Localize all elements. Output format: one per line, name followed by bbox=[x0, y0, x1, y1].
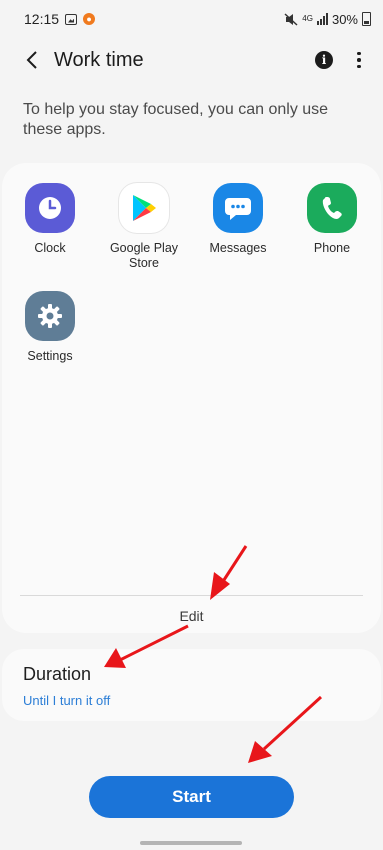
duration-title: Duration bbox=[23, 664, 92, 684]
home-indicator bbox=[140, 841, 242, 845]
battery-icon bbox=[362, 12, 371, 26]
intro-text: To help you stay focused, you can only u… bbox=[23, 101, 329, 138]
status-bar: 12:15 ● 4G 30% bbox=[0, 0, 383, 38]
gear-icon bbox=[25, 291, 75, 341]
signal-icon bbox=[316, 13, 328, 25]
app-label: Messages bbox=[209, 241, 267, 255]
duration-setting[interactable]: Duration Until I turn it off bbox=[2, 649, 381, 721]
mute-icon bbox=[284, 12, 298, 26]
play-store-icon bbox=[119, 183, 169, 233]
status-left: 12:15 ● bbox=[24, 11, 96, 27]
clock-icon bbox=[25, 183, 75, 233]
app-label: Google Play Store bbox=[109, 241, 179, 270]
app-notification-icon: ● bbox=[83, 13, 96, 25]
divider bbox=[20, 595, 363, 596]
gallery-notification-icon bbox=[65, 13, 78, 25]
app-messages[interactable]: Messages bbox=[192, 183, 284, 256]
app-label: Clock bbox=[34, 241, 66, 255]
phone-icon bbox=[307, 183, 357, 233]
messages-icon bbox=[213, 183, 263, 233]
battery-percent: 30% bbox=[331, 11, 358, 27]
allowed-apps-card: Clock Google Play Store Messages Phone S… bbox=[2, 163, 381, 633]
app-header: Work time i bbox=[0, 38, 383, 82]
network-type: 4G bbox=[302, 14, 313, 23]
chevron-left-icon bbox=[26, 51, 37, 69]
status-right: 4G 30% bbox=[284, 12, 371, 27]
page-title: Work time bbox=[54, 48, 144, 71]
more-options-icon[interactable] bbox=[349, 48, 369, 72]
app-google-play-store[interactable]: Google Play Store bbox=[98, 183, 190, 271]
back-button[interactable] bbox=[18, 46, 46, 74]
app-label: Settings bbox=[27, 349, 73, 363]
edit-button[interactable]: Edit bbox=[2, 603, 381, 629]
start-button[interactable]: Start bbox=[89, 776, 294, 818]
status-time: 12:15 bbox=[24, 11, 60, 27]
info-icon[interactable]: i bbox=[315, 51, 333, 69]
app-label: Phone bbox=[313, 241, 351, 255]
app-clock[interactable]: Clock bbox=[4, 183, 96, 256]
app-settings[interactable]: Settings bbox=[4, 291, 96, 364]
arrow-to-start-head bbox=[248, 741, 272, 763]
header-actions: i bbox=[315, 48, 369, 72]
duration-value: Until I turn it off bbox=[23, 693, 111, 708]
app-phone[interactable]: Phone bbox=[286, 183, 378, 256]
